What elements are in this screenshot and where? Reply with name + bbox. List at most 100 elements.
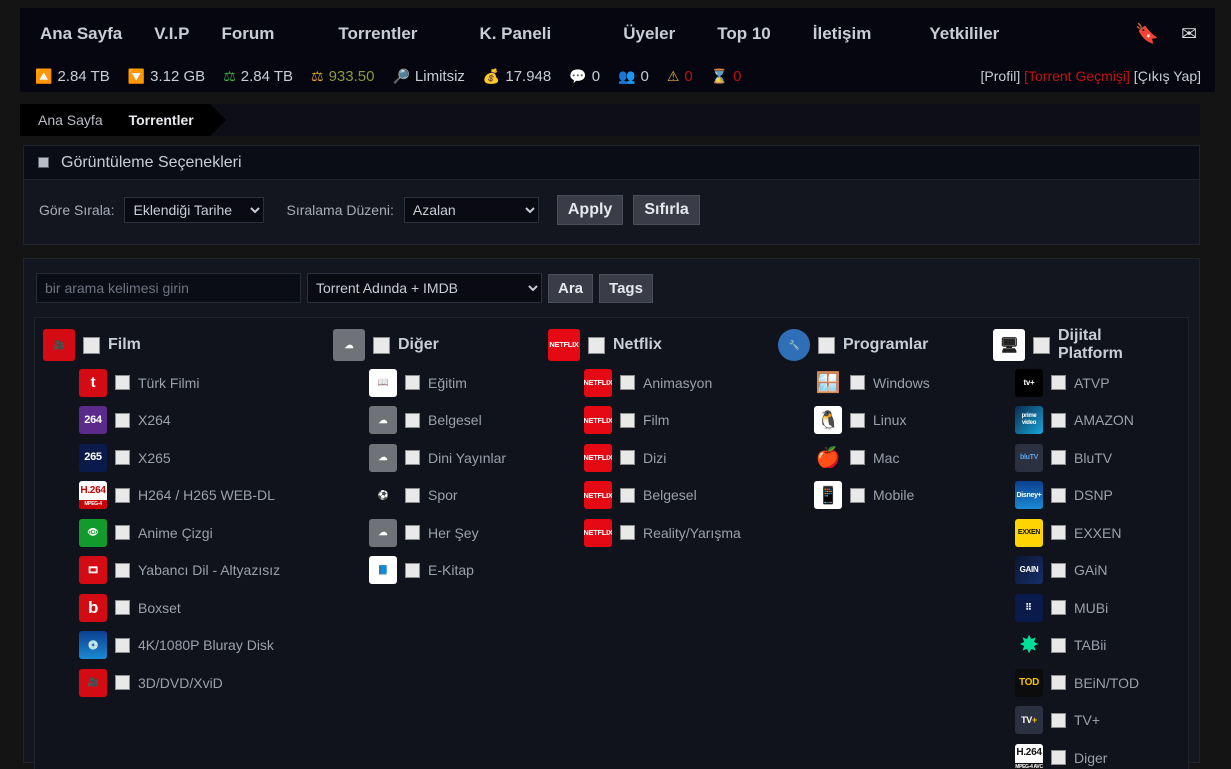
list-item[interactable]: H.264 MPEG-4 AVC Diger — [993, 739, 1165, 769]
category-checkbox-diger[interactable] — [373, 336, 390, 354]
list-item[interactable]: t Türk Filmi — [43, 364, 325, 402]
category-checkbox-netflix[interactable] — [588, 336, 605, 354]
checkbox-bein-tod[interactable] — [1051, 675, 1066, 691]
bookmark-icon[interactable]: 🔖 — [1135, 25, 1159, 44]
checkbox-atvp[interactable] — [1051, 375, 1066, 391]
checkbox-spor[interactable] — [405, 487, 420, 503]
checkbox-3d-dvd-xvid[interactable] — [115, 675, 130, 691]
category-checkbox-programlar[interactable] — [818, 336, 835, 354]
nav-link-ana-sayfa[interactable]: Ana Sayfa — [40, 24, 122, 44]
mail-icon[interactable]: ✉ — [1181, 25, 1197, 44]
list-item[interactable]: TOD BEiN/TOD — [993, 664, 1165, 702]
checkbox-mobile[interactable] — [850, 487, 865, 503]
nav-link-uyeler[interactable]: Üyeler — [623, 24, 675, 44]
checkbox-linux[interactable] — [850, 412, 865, 428]
list-item[interactable]: tv+ ATVP — [993, 364, 1165, 402]
checkbox-egitim[interactable] — [405, 375, 420, 391]
list-item[interactable]: NETFLIX Reality/Yarışma — [548, 514, 770, 552]
search-scope-select[interactable]: Torrent Adında + IMDB — [307, 273, 542, 303]
checkbox-turk-filmi[interactable] — [115, 375, 130, 391]
checkbox-diger[interactable] — [1051, 750, 1066, 766]
search-button[interactable]: Ara — [548, 273, 594, 303]
checkbox-blutv[interactable] — [1051, 450, 1066, 466]
checkbox-amazon[interactable] — [1051, 412, 1066, 428]
breadcrumb-item-ana-sayfa[interactable]: Ana Sayfa — [38, 112, 103, 128]
list-item[interactable]: 🎥 3D/DVD/XviD — [43, 664, 325, 702]
category-checkbox-dijital-platform[interactable] — [1033, 336, 1050, 354]
list-item[interactable]: ⚽ Spor — [333, 477, 540, 515]
list-item[interactable]: 🍎 Mac — [778, 439, 985, 477]
checkbox-bluray-disk[interactable] — [115, 637, 130, 653]
profile-link[interactable]: [Profil] — [981, 68, 1025, 84]
checkbox-netflix-film[interactable] — [620, 412, 635, 428]
list-item[interactable]: ⠿ MUBi — [993, 589, 1165, 627]
checkbox-yabanci-dil[interactable] — [115, 562, 130, 578]
apply-button[interactable]: Apply — [556, 195, 624, 225]
sort-order-select[interactable]: Azalan — [403, 197, 539, 223]
nav-link-iletisim[interactable]: İletişim — [813, 24, 872, 44]
checkbox-anime-cizgi[interactable] — [115, 525, 130, 541]
checkbox-exxen[interactable] — [1051, 525, 1066, 541]
list-item[interactable]: prime video AMAZON — [993, 402, 1165, 440]
list-item[interactable]: 📖 Eğitim — [333, 364, 540, 402]
checkbox-boxset[interactable] — [115, 600, 130, 616]
list-item[interactable]: NETFLIX Belgesel — [548, 477, 770, 515]
category-checkbox-film[interactable] — [83, 336, 100, 354]
checkbox-dsnp[interactable] — [1051, 487, 1066, 503]
list-item[interactable]: 🎞 Yabancı Dil - Altyazısız — [43, 552, 325, 590]
checkbox-her-sey[interactable] — [405, 525, 420, 541]
checkbox-tabii[interactable] — [1051, 637, 1066, 653]
checkbox-x264[interactable] — [115, 412, 130, 428]
list-item[interactable]: 🐧 Linux — [778, 402, 985, 440]
list-item[interactable]: Disney+ DSNP — [993, 477, 1165, 515]
list-item[interactable]: GAIN GAiN — [993, 552, 1165, 590]
checkbox-e-kitap[interactable] — [405, 562, 420, 578]
list-item[interactable]: NETFLIX Dizi — [548, 439, 770, 477]
nav-link-torrentler[interactable]: Torrentler — [338, 24, 417, 44]
checkbox-x265[interactable] — [115, 450, 130, 466]
list-item[interactable]: bluTV BluTV — [993, 439, 1165, 477]
checkbox-netflix-reality[interactable] — [620, 525, 635, 541]
list-item[interactable]: H.264 MPEG-4 H264 / H265 WEB-DL — [43, 477, 325, 515]
checkbox-windows[interactable] — [850, 375, 865, 391]
checkbox-netflix-animasyon[interactable] — [620, 375, 635, 391]
nav-link-vip[interactable]: V.I.P — [154, 24, 189, 44]
list-item[interactable]: TV+ TV+ — [993, 702, 1165, 740]
list-item[interactable]: NETFLIX Film — [548, 402, 770, 440]
sort-by-select[interactable]: Eklendiği Tarihe — [124, 197, 265, 223]
checkbox-mac[interactable] — [850, 450, 865, 466]
torrent-history-link[interactable]: [Torrent Geçmişi] — [1024, 68, 1130, 84]
list-item[interactable]: 📱 Mobile — [778, 477, 985, 515]
list-item[interactable]: 💿 4K/1080P Bluray Disk — [43, 627, 325, 665]
checkbox-dini-yayinlar[interactable] — [405, 450, 420, 466]
breadcrumb-item-torrentler[interactable]: Torrentler — [129, 112, 194, 128]
list-item[interactable]: ✸ TABii — [993, 627, 1165, 665]
list-item[interactable]: ☁ Dini Yayınlar — [333, 439, 540, 477]
nav-link-top-10[interactable]: Top 10 — [717, 24, 771, 44]
collapse-toggle-icon[interactable] — [38, 157, 49, 168]
tags-button[interactable]: Tags — [599, 273, 653, 303]
list-item[interactable]: NETFLIX Animasyon — [548, 364, 770, 402]
list-item[interactable]: 265 X265 — [43, 439, 325, 477]
list-item[interactable]: EXXEN EXXEN — [993, 514, 1165, 552]
list-item[interactable]: 📘 E-Kitap — [333, 552, 540, 590]
checkbox-netflix-dizi[interactable] — [620, 450, 635, 466]
list-item[interactable]: b Boxset — [43, 589, 325, 627]
list-item[interactable]: 👁 Anime Çizgi — [43, 514, 325, 552]
checkbox-belgesel[interactable] — [405, 412, 420, 428]
reset-button[interactable]: Sıfırla — [633, 195, 700, 225]
nav-link-forum[interactable]: Forum — [222, 24, 275, 44]
logout-link[interactable]: [Çıkış Yap] — [1130, 68, 1201, 84]
nav-link-k-paneli[interactable]: K. Paneli — [479, 24, 551, 44]
list-item[interactable]: 264 X264 — [43, 402, 325, 440]
checkbox-netflix-belgesel[interactable] — [620, 487, 635, 503]
checkbox-h264-webdl[interactable] — [115, 487, 130, 503]
list-item[interactable]: 🪟 Windows — [778, 364, 985, 402]
list-item[interactable]: ☁ Her Şey — [333, 514, 540, 552]
nav-link-yetkililer[interactable]: Yetkililer — [929, 24, 999, 44]
search-input[interactable] — [36, 273, 301, 303]
list-item[interactable]: ☁ Belgesel — [333, 402, 540, 440]
checkbox-gain[interactable] — [1051, 562, 1066, 578]
checkbox-mubi[interactable] — [1051, 600, 1066, 616]
checkbox-tv-plus[interactable] — [1051, 712, 1066, 728]
